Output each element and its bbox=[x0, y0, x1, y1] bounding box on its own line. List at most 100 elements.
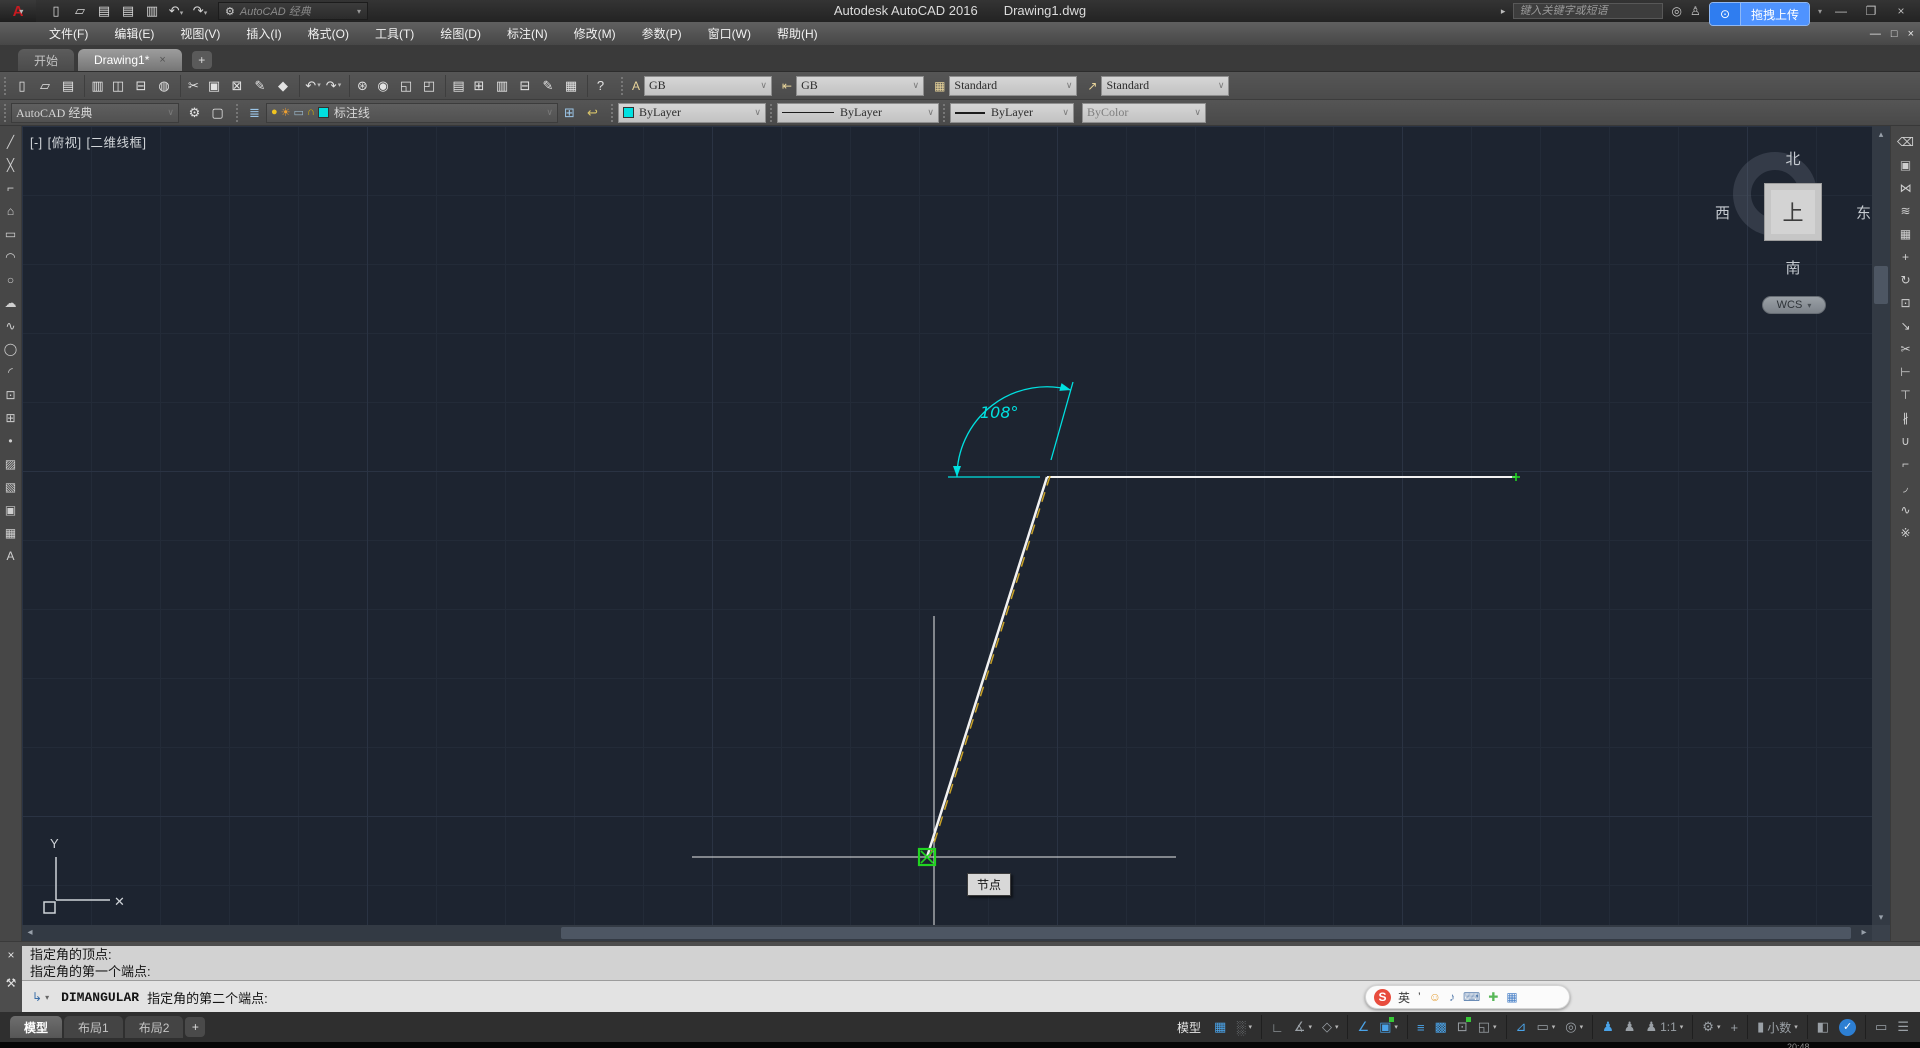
layer-vp-freeze-icon[interactable]: ▭ bbox=[294, 106, 304, 119]
trim-tool[interactable]: ✂ bbox=[1896, 339, 1916, 360]
3d-osnap-toggle[interactable]: ◱ ▾ bbox=[1473, 1015, 1502, 1039]
ime-punct[interactable]: ’ bbox=[1418, 990, 1421, 1004]
plot-button[interactable]: ▥ bbox=[142, 2, 162, 20]
construction-line-tool[interactable]: ╳ bbox=[1, 155, 21, 176]
restore-button[interactable]: ❐ bbox=[1860, 4, 1882, 18]
vertical-scrollbar[interactable]: ▴ ▾ bbox=[1872, 126, 1890, 925]
isolate-objects-toggle[interactable]: ◧ bbox=[1806, 1015, 1834, 1039]
workspace-settings-icon[interactable]: ⚙ bbox=[183, 102, 206, 124]
tab-model[interactable]: 模型 bbox=[10, 1016, 63, 1038]
arc-tool[interactable]: ◠ bbox=[1, 247, 21, 268]
redo-button[interactable]: ↷▾ bbox=[190, 2, 210, 20]
mleader-style-icon[interactable]: ↗ bbox=[1087, 79, 1097, 93]
toolbar-grip[interactable] bbox=[620, 76, 625, 95]
save-icon[interactable]: ▤ bbox=[57, 75, 80, 97]
extend-tool[interactable]: ⊢ bbox=[1896, 362, 1916, 383]
plotstyle-combo[interactable]: ByColor ∨ bbox=[1082, 102, 1206, 123]
chamfer-tool[interactable]: ⌐ bbox=[1896, 454, 1916, 475]
selection-cycling-toggle[interactable]: ⊡ bbox=[1452, 1015, 1473, 1039]
menu-edit[interactable]: 编辑(E) bbox=[101, 22, 167, 46]
minimize-button[interactable]: — bbox=[1830, 4, 1852, 18]
customization-menu[interactable]: ☰ bbox=[1892, 1015, 1914, 1039]
new-button[interactable]: ▯ bbox=[46, 2, 66, 20]
tool-palettes-icon[interactable]: ▥ bbox=[491, 75, 514, 97]
ortho-toggle[interactable]: ∟ bbox=[1261, 1015, 1289, 1039]
stretch-tool[interactable]: ↘ bbox=[1896, 316, 1916, 337]
horizontal-scrollbar[interactable]: ◂ ▸ bbox=[22, 925, 1872, 941]
polar-tracking-toggle[interactable]: ∡ ▾ bbox=[1289, 1015, 1317, 1039]
help-dropdown-icon[interactable]: ▾ bbox=[1818, 7, 1822, 16]
zoom-previous-icon[interactable]: ◰ bbox=[418, 75, 441, 97]
menu-help[interactable]: 帮助(H) bbox=[764, 22, 831, 46]
break-at-point-tool[interactable]: ⊤ bbox=[1896, 385, 1916, 406]
angled-line-entity[interactable] bbox=[925, 476, 1049, 858]
menu-parametric[interactable]: 参数(P) bbox=[629, 22, 695, 46]
explode-tool[interactable]: ※ bbox=[1896, 523, 1916, 544]
ellipse-tool[interactable]: ◯ bbox=[1, 339, 21, 360]
qat-workspace-combo[interactable]: ⚙ AutoCAD 经典 ▾ bbox=[218, 2, 368, 20]
menu-insert[interactable]: 插入(I) bbox=[233, 22, 294, 46]
rectangle-tool[interactable]: ▭ bbox=[1, 224, 21, 245]
mtext-tool[interactable]: A bbox=[1, 546, 21, 567]
dynamic-ucs-toggle[interactable]: ⊿ bbox=[1505, 1015, 1532, 1039]
scale-tool[interactable]: ⊡ bbox=[1896, 293, 1916, 314]
table-tool[interactable]: ▦ bbox=[1, 523, 21, 544]
join-tool[interactable]: ∪ bbox=[1896, 431, 1916, 452]
toolbar-grip[interactable] bbox=[3, 103, 8, 122]
layer-on-icon[interactable]: ● bbox=[271, 106, 278, 119]
paste-icon[interactable]: ⊠ bbox=[226, 75, 249, 97]
command-input-line[interactable]: ↳ ▾ DIMANGULAR 指定角的第二个端点: bbox=[22, 980, 1920, 1013]
layer-thaw-icon[interactable]: ☀ bbox=[281, 106, 291, 119]
netdisk-upload-badge[interactable]: ⊙ 拖拽上传 bbox=[1708, 2, 1810, 26]
new-icon[interactable]: ▯ bbox=[11, 75, 34, 97]
table-style-icon[interactable]: ▦ bbox=[934, 79, 945, 93]
compass-south[interactable]: 南 bbox=[1733, 257, 1853, 278]
break-tool[interactable]: ∦ bbox=[1896, 408, 1916, 429]
dim-style-icon[interactable]: ⇤ bbox=[782, 79, 792, 93]
ime-keyboard[interactable]: ⌨ bbox=[1463, 990, 1480, 1004]
mleader-style-combo[interactable]: Standard ∨ bbox=[1101, 75, 1230, 96]
ime-skin[interactable]: ✚ bbox=[1488, 990, 1498, 1004]
menu-draw[interactable]: 绘图(D) bbox=[427, 22, 494, 46]
undo-icon[interactable]: ↶ ▾ bbox=[299, 74, 322, 97]
view-cube[interactable]: 上 北 南 西 东 bbox=[1715, 151, 1871, 277]
tab-layout1[interactable]: 布局1 bbox=[64, 1016, 123, 1038]
rotate-tool[interactable]: ↻ bbox=[1896, 270, 1916, 291]
drawing-canvas[interactable]: 108° Y ✕ [-] [俯视] [二维线框] 上 北 南 西 东 WCS ▾… bbox=[22, 126, 1872, 925]
chevron-down-icon[interactable]: ▾ bbox=[45, 993, 49, 1002]
viewport-menu[interactable]: [-] bbox=[30, 136, 43, 150]
cut-icon[interactable]: ✂ bbox=[180, 74, 203, 97]
new-layout-button[interactable]: + bbox=[185, 1017, 206, 1037]
sheet-set-manager-icon[interactable]: ⊟ bbox=[514, 75, 537, 97]
transparency-toggle[interactable]: ▩ bbox=[1430, 1015, 1452, 1039]
compass-west[interactable]: 西 bbox=[1715, 202, 1730, 223]
zoom-window-icon[interactable]: ◱ bbox=[395, 75, 418, 97]
model-space-button[interactable]: 模型 bbox=[1169, 1019, 1209, 1036]
snap-mode-toggle[interactable]: ░ ▾ bbox=[1231, 1015, 1257, 1039]
dynamic-input-toggle[interactable]: ▭ ▾ bbox=[1531, 1015, 1560, 1039]
search-icon[interactable]: ◎ bbox=[1671, 4, 1681, 18]
erase-tool[interactable]: ⌫ bbox=[1896, 132, 1916, 153]
region-tool[interactable]: ▣ bbox=[1, 500, 21, 521]
markup-manager-icon[interactable]: ✎ bbox=[537, 75, 560, 97]
toolbar-grip[interactable] bbox=[942, 103, 947, 122]
menu-modify[interactable]: 修改(M) bbox=[561, 22, 629, 46]
app-logo[interactable]: A ▾ bbox=[0, 0, 36, 22]
plot-preview-icon[interactable]: ◫ bbox=[107, 75, 130, 97]
hatch-tool[interactable]: ▨ bbox=[1, 454, 21, 475]
ime-toolbox[interactable]: ▦ bbox=[1506, 990, 1517, 1004]
toolbar-grip[interactable] bbox=[3, 76, 8, 95]
revision-cloud-tool[interactable]: ☁ bbox=[1, 293, 21, 314]
ellipse-arc-tool[interactable]: ◜ bbox=[1, 362, 21, 383]
layer-make-current-icon[interactable]: ⊞ bbox=[558, 102, 581, 124]
compass-north[interactable]: 北 bbox=[1733, 148, 1853, 169]
toolbar-grip[interactable] bbox=[769, 103, 774, 122]
ime-logo[interactable]: S bbox=[1374, 988, 1391, 1006]
pan-icon[interactable]: ⊛ bbox=[349, 74, 372, 97]
view-cube-top-face[interactable]: 上 bbox=[1764, 183, 1822, 241]
lineweight-toggle[interactable]: ≡ bbox=[1406, 1015, 1430, 1039]
copy-tool[interactable]: ▣ bbox=[1896, 155, 1916, 176]
offset-tool[interactable]: ≋ bbox=[1896, 201, 1916, 222]
tab-drawing1[interactable]: Drawing1* × bbox=[78, 49, 182, 71]
doc-restore-button[interactable]: □ bbox=[1891, 28, 1898, 40]
